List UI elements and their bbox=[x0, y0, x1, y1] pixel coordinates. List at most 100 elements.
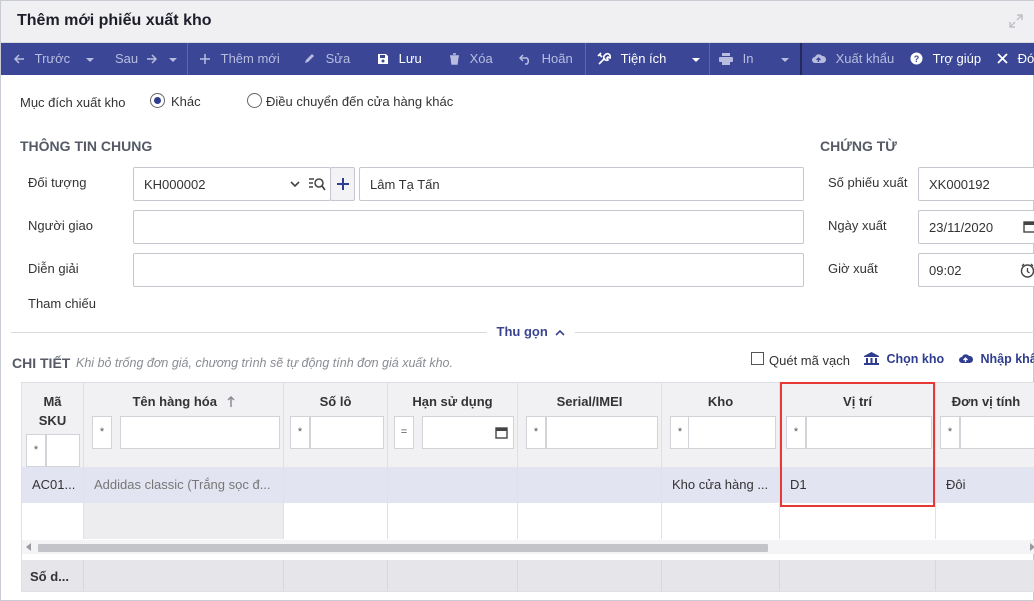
filter-operator[interactable]: * bbox=[940, 416, 960, 449]
object-code-combo[interactable]: KH000002 bbox=[133, 167, 331, 201]
chevron-down-icon[interactable] bbox=[85, 57, 94, 62]
filter-operator[interactable]: * bbox=[670, 416, 690, 449]
save-button[interactable]: Lưu bbox=[377, 43, 422, 75]
scroll-left-icon[interactable] bbox=[26, 543, 31, 551]
next-button[interactable]: Sau bbox=[115, 43, 178, 75]
calendar-icon[interactable] bbox=[495, 426, 508, 439]
dialog-window: Thêm mới phiếu xuất kho Trước Sau Thêm m… bbox=[0, 0, 1034, 601]
column-header-warehouse[interactable]: Kho * bbox=[662, 383, 780, 467]
purpose-transfer-radio[interactable] bbox=[247, 93, 262, 108]
expand-icon[interactable] bbox=[1009, 14, 1023, 28]
scrollbar-thumb[interactable] bbox=[38, 544, 768, 552]
cell-lot[interactable] bbox=[284, 467, 388, 503]
empty-cell[interactable] bbox=[662, 503, 780, 539]
printer-icon bbox=[719, 52, 733, 65]
deliverer-field[interactable] bbox=[133, 210, 804, 244]
collapse-button[interactable]: Thu gọn bbox=[487, 324, 575, 342]
cell-expiry[interactable] bbox=[388, 467, 518, 503]
expiry-filter-input[interactable] bbox=[422, 416, 514, 449]
delete-button[interactable]: Xóa bbox=[449, 43, 493, 75]
chevron-up-icon bbox=[555, 329, 566, 336]
barcode-label[interactable]: Quét mã vạch bbox=[769, 353, 850, 368]
scroll-right-icon[interactable] bbox=[1030, 543, 1034, 551]
empty-cell[interactable] bbox=[84, 503, 284, 539]
cell-unit[interactable]: Đôi bbox=[936, 467, 1034, 503]
column-header-serial[interactable]: Serial/IMEI * bbox=[518, 383, 662, 467]
name-filter-input[interactable] bbox=[120, 416, 280, 449]
voucher-date-value: 23/11/2020 bbox=[929, 220, 994, 235]
choose-warehouse-button[interactable]: Chọn kho bbox=[864, 351, 944, 366]
cell-warehouse[interactable]: Kho cửa hàng ... bbox=[662, 467, 780, 503]
object-name-field[interactable]: Lâm Tạ Tấn bbox=[359, 167, 804, 201]
print-button[interactable]: In bbox=[719, 43, 790, 75]
cell-sku[interactable]: AC01... bbox=[22, 467, 84, 503]
edit-label: Sửa bbox=[325, 51, 351, 66]
sort-ascending-icon[interactable] bbox=[227, 395, 235, 408]
chevron-down-icon[interactable] bbox=[692, 57, 701, 62]
filter-operator[interactable]: * bbox=[290, 416, 310, 449]
warehouse-filter-input[interactable] bbox=[688, 416, 776, 449]
filter-operator[interactable]: * bbox=[26, 434, 46, 467]
purpose-other-radio[interactable] bbox=[150, 93, 165, 108]
cell-location[interactable]: D1 bbox=[780, 467, 936, 503]
location-filter-input[interactable] bbox=[806, 416, 932, 449]
filter-operator[interactable]: * bbox=[786, 416, 806, 449]
purpose-label: Mục đích xuất kho bbox=[20, 95, 126, 110]
chevron-down-icon[interactable] bbox=[169, 57, 178, 62]
column-title-expiry: Hạn sử dụng bbox=[412, 394, 493, 409]
empty-cell[interactable] bbox=[518, 503, 662, 539]
footer-cell bbox=[84, 560, 284, 591]
cell-name[interactable]: Addidas classic (Trắng sọc đ... bbox=[84, 467, 284, 503]
sku-filter-input[interactable] bbox=[46, 434, 80, 467]
horizontal-scrollbar[interactable] bbox=[22, 540, 1034, 554]
cell-serial[interactable] bbox=[518, 467, 662, 503]
import-button[interactable]: Nhập khẩu bbox=[958, 352, 1034, 366]
chevron-down-icon[interactable] bbox=[781, 57, 790, 62]
column-header-name[interactable]: Tên hàng hóa * bbox=[84, 383, 284, 467]
edit-button[interactable]: Sửa bbox=[303, 43, 350, 75]
add-object-button[interactable] bbox=[330, 167, 355, 201]
undo-button[interactable]: Hoãn bbox=[518, 43, 573, 75]
help-button[interactable]: ? Trợ giúp bbox=[910, 43, 981, 75]
voucher-number-field[interactable]: XK000192 bbox=[918, 167, 1034, 201]
list-search-icon[interactable] bbox=[308, 177, 326, 192]
barcode-checkbox[interactable] bbox=[751, 352, 764, 365]
empty-cell[interactable] bbox=[388, 503, 518, 539]
voucher-date-label: Ngày xuất bbox=[828, 218, 887, 233]
column-header-expiry[interactable]: Hạn sử dụng = bbox=[388, 383, 518, 467]
calendar-icon[interactable] bbox=[1023, 220, 1034, 233]
reference-label[interactable]: Tham chiếu bbox=[28, 296, 96, 311]
column-title-name: Tên hàng hóa bbox=[84, 392, 283, 411]
column-header-location[interactable]: Vị trí * bbox=[780, 383, 936, 467]
chevron-down-icon[interactable] bbox=[290, 181, 300, 188]
footer-cell bbox=[518, 560, 662, 591]
empty-cell[interactable] bbox=[936, 503, 1034, 539]
filter-operator[interactable]: * bbox=[526, 416, 546, 449]
purpose-other-label[interactable]: Khác bbox=[171, 94, 201, 109]
add-button[interactable]: Thêm mới bbox=[199, 43, 280, 75]
empty-cell[interactable] bbox=[284, 503, 388, 539]
voucher-date-field[interactable]: 23/11/2020 bbox=[918, 210, 1034, 244]
general-info-title: THÔNG TIN CHUNG bbox=[20, 138, 153, 154]
empty-cell[interactable] bbox=[780, 503, 936, 539]
lot-filter-input[interactable] bbox=[310, 416, 384, 449]
purpose-transfer-label[interactable]: Điều chuyển đến cửa hàng khác bbox=[266, 94, 453, 109]
footer-cell bbox=[780, 560, 936, 591]
utilities-button[interactable]: Tiện ích bbox=[597, 43, 701, 75]
prev-button[interactable]: Trước bbox=[13, 43, 94, 75]
export-button[interactable]: Xuất khẩu bbox=[811, 43, 894, 75]
description-field[interactable] bbox=[133, 253, 804, 287]
column-header-lot[interactable]: Số lô * bbox=[284, 383, 388, 467]
empty-cell[interactable] bbox=[22, 503, 84, 539]
cloud-upload-icon bbox=[812, 54, 827, 64]
column-header-unit[interactable]: Đơn vị tính * bbox=[936, 383, 1034, 467]
close-button[interactable]: Đón bbox=[997, 43, 1034, 75]
filter-operator[interactable]: * bbox=[92, 416, 112, 449]
filter-operator[interactable]: = bbox=[394, 416, 414, 449]
clock-icon[interactable] bbox=[1020, 263, 1034, 278]
column-header-sku[interactable]: Mã SKU * bbox=[22, 383, 84, 467]
serial-filter-input[interactable] bbox=[546, 416, 658, 449]
unit-filter-input[interactable] bbox=[960, 416, 1034, 449]
voucher-time-field[interactable]: 09:02 bbox=[918, 253, 1034, 287]
title-bar: Thêm mới phiếu xuất kho bbox=[1, 1, 1034, 43]
